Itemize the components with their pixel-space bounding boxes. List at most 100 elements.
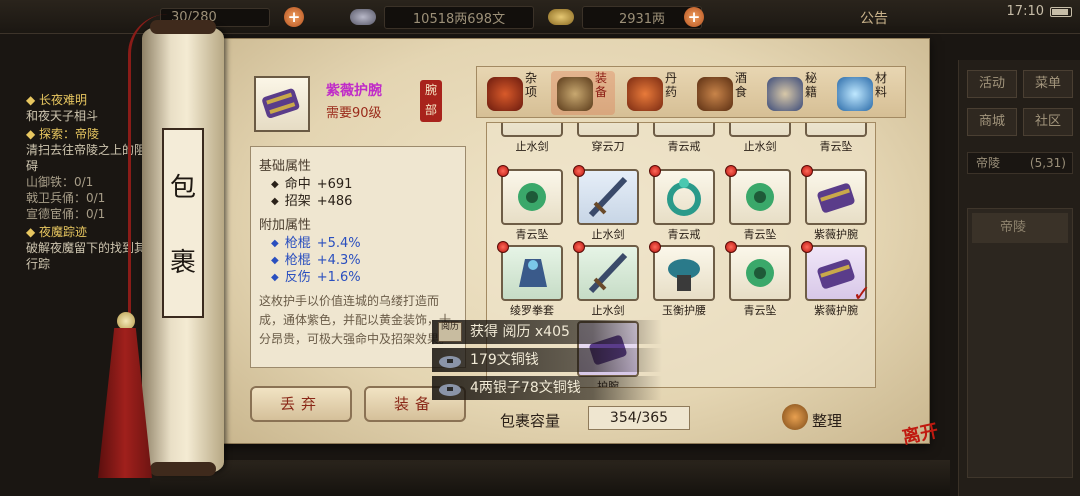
capacity-label: 包裹容量	[500, 412, 561, 430]
copper-display: 10518两698文	[350, 5, 534, 29]
location-list-item[interactable]: 帝陵	[972, 213, 1068, 243]
inventory-slot[interactable]: 止水剑	[573, 165, 639, 241]
base-attr-row: ◆ 招架 +486	[271, 194, 353, 209]
extra-attr-row: ◆ 枪棍 +4.3%	[271, 253, 361, 268]
activity-button[interactable]: 活动	[967, 70, 1017, 98]
tab-materials[interactable]: 材料	[831, 71, 895, 115]
sword-icon	[588, 252, 628, 294]
new-item-dot	[725, 241, 737, 253]
pill-icon	[627, 77, 663, 111]
tab-food[interactable]: 酒食	[691, 71, 755, 115]
right-side-panel: 活动 菜单 商城 社区 帝陵 (5,31) 帝陵	[958, 60, 1080, 496]
weapon-icon	[557, 77, 593, 111]
roller-cap-bottom	[150, 462, 216, 476]
inventory-slot-selected[interactable]: ✓ 紫薇护腕	[801, 241, 871, 317]
category-tabs: 杂项 装备 丹药 酒食 秘籍 材料	[476, 66, 906, 118]
slot-item-name: 绫罗拳套	[510, 304, 554, 317]
bag-sort-icon[interactable]	[782, 404, 808, 430]
tassel-bead	[117, 312, 135, 330]
pendant-icon	[746, 259, 774, 287]
inventory-slot[interactable]: 穿云刀	[577, 123, 639, 153]
community-button[interactable]: 社区	[1023, 108, 1073, 136]
new-item-dot	[573, 241, 585, 253]
slot-item-name: 青云戒	[667, 228, 701, 241]
battery-icon	[1050, 6, 1072, 17]
item-level-requirement: 需要90级	[326, 106, 382, 121]
bag-plus-button[interactable]: +	[284, 6, 304, 28]
new-item-dot	[801, 165, 813, 177]
inventory-slot[interactable]: 绫罗拳套	[497, 241, 563, 317]
experience-icon: 阅历	[438, 322, 462, 342]
copper-coin-icon	[439, 356, 461, 368]
gauntlet-icon	[519, 259, 547, 287]
shop-button[interactable]: 商城	[967, 108, 1017, 136]
slot-item-name: 止水剑	[743, 140, 777, 153]
slot-item-name: 青云坠	[743, 304, 777, 317]
announcement-button[interactable]: 公告	[860, 8, 888, 28]
inventory-slot[interactable]: 止水剑	[729, 123, 791, 153]
inventory-slot[interactable]: 青云戒	[649, 165, 715, 241]
tab-manuals[interactable]: 秘籍	[761, 71, 825, 115]
extra-attr-label: 附加属性	[259, 218, 312, 233]
silver-plus-button[interactable]: +	[684, 6, 704, 28]
belt-icon	[668, 259, 700, 291]
toast-text: 获得 阅历 x405	[470, 324, 570, 340]
copper-value: 10518两698文	[412, 11, 506, 27]
slot-item-name: 止水剑	[591, 228, 625, 241]
menu-button[interactable]: 菜单	[1023, 70, 1073, 98]
inventory-slot[interactable]: 玉衡护腰	[649, 241, 715, 317]
new-item-dot	[649, 241, 661, 253]
new-item-dot	[801, 241, 813, 253]
item-description: 这枚护手以价值连城的乌缕打造而成，通体紫色，并配以黄金装饰，十分昂贵，可极大强命…	[259, 294, 452, 346]
toast-row: 179文铜钱	[432, 348, 662, 372]
plus-icon: +	[284, 7, 304, 27]
discard-button[interactable]: 丢弃	[250, 386, 352, 422]
toast-text: 4两银子78文铜钱	[470, 380, 581, 396]
pendant-icon	[746, 183, 774, 211]
base-attr-label: 基础属性	[259, 159, 312, 174]
silver-ingot-icon	[548, 9, 574, 25]
capacity-value: 354/365	[588, 406, 690, 430]
pendant-icon	[518, 183, 546, 211]
inventory-slot[interactable]: 紫薇护腕	[801, 165, 867, 241]
slot-item-name: 止水剑	[515, 140, 549, 153]
inventory-slot[interactable]: 青云坠	[497, 165, 563, 241]
tab-equipment[interactable]: 装备	[551, 71, 615, 115]
location-name: 帝陵	[976, 156, 1001, 170]
tab-medicine[interactable]: 丹药	[621, 71, 685, 115]
sort-button[interactable]: 整理	[812, 410, 842, 431]
roller-cap-top	[150, 20, 216, 34]
base-attr-row: ◆ 命中 +691	[271, 177, 353, 192]
slot-item-name: 青云坠	[515, 228, 549, 241]
tab-misc[interactable]: 杂项	[481, 71, 545, 115]
diamond-icon: ◆	[271, 272, 279, 283]
title-char: 包	[169, 173, 196, 204]
food-icon	[697, 77, 733, 111]
diamond-icon: ◆	[271, 179, 279, 190]
item-name: 紫薇护腕	[326, 83, 382, 99]
new-item-dot	[649, 165, 661, 177]
crystal-icon	[837, 77, 873, 111]
bottom-nav-bar	[150, 460, 950, 496]
silver-value: 2931两	[618, 11, 666, 27]
location-coords: (5,31)	[1029, 156, 1066, 170]
toast-row: 4两银子78文铜钱	[432, 376, 662, 400]
clock-time: 17:10	[1006, 4, 1044, 19]
location-display: 帝陵 (5,31)	[967, 152, 1073, 174]
inventory-slot[interactable]: 青云坠	[805, 123, 867, 153]
slot-item-name: 止水剑	[591, 304, 625, 317]
inventory-slot[interactable]: 止水剑	[573, 241, 639, 317]
status-clock: 17:10	[1007, 4, 1072, 19]
inventory-slot[interactable]: 止水剑	[501, 123, 563, 153]
slot-item-name: 紫薇护腕	[814, 228, 858, 241]
reward-toasts: 阅历 获得 阅历 x405 179文铜钱 4两银子78文铜钱	[432, 320, 662, 404]
inventory-slot[interactable]: 青云坠	[725, 241, 791, 317]
new-item-dot	[497, 241, 509, 253]
inventory-slot[interactable]: 青云戒	[653, 123, 715, 153]
bracer-icon	[262, 88, 300, 119]
silver-coin-icon	[439, 384, 461, 396]
inventory-slot[interactable]: 青云坠	[725, 165, 791, 241]
jar-icon	[487, 77, 523, 111]
plus-icon: +	[684, 7, 704, 27]
extra-attr-row: ◆ 枪棍 +5.4%	[271, 236, 361, 251]
